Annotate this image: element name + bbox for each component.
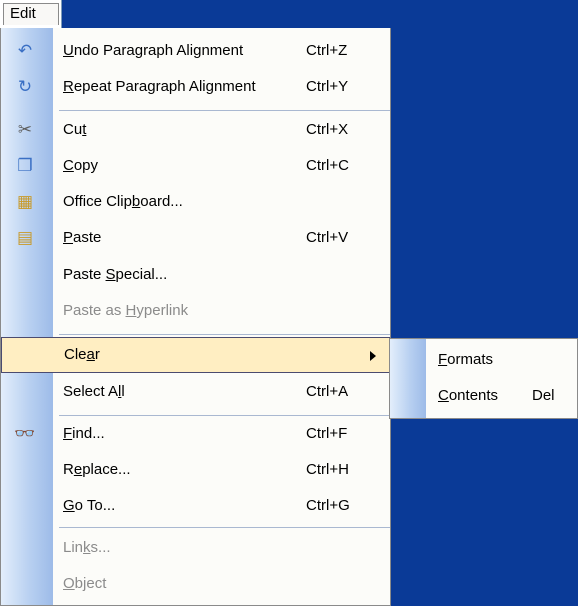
menu-item-object: Object (1, 566, 390, 602)
edit-menu-label: Edit (10, 5, 36, 22)
menu-item-undo-shortcut: Ctrl+Z (306, 42, 348, 59)
redo-icon: ↻ (17, 77, 33, 96)
edit-menu-button[interactable]: Edit (3, 3, 59, 25)
menu-item-repeat[interactable]: ↻ Repeat Paragraph Alignment Ctrl+Y (1, 69, 390, 105)
submenu-item-contents-label: Contents (438, 387, 499, 404)
submenu-arrow-icon (370, 351, 376, 361)
paste-icon: ▤ (16, 228, 34, 247)
menu-separator (59, 334, 390, 335)
menu-item-cut-label: Cut (63, 121, 87, 138)
menu-item-cut[interactable]: ✂ Cut Ctrl+X (1, 112, 390, 148)
menu-item-repeat-label: Repeat Paragraph Alignment (63, 78, 256, 95)
menu-item-paste-special-label: Paste Special... (63, 266, 168, 283)
menu-item-undo[interactable]: ↶ Undo Paragraph Alignment Ctrl+Z (1, 33, 390, 69)
menu-separator (59, 415, 390, 416)
menu-item-select-all-shortcut: Ctrl+A (306, 383, 349, 400)
menu-item-undo-label: Undo Paragraph Alignment (63, 42, 244, 59)
menu-item-select-all-label: Select All (63, 383, 125, 400)
menu-item-office-clipboard[interactable]: ▦ Office Clipboard... (1, 184, 390, 220)
menu-item-paste-as-hyperlink-label: Paste as Hyperlink (63, 302, 189, 319)
menu-item-find-label: Find... (63, 425, 105, 442)
menu-item-object-label: Object (63, 575, 107, 592)
binoculars-icon: 👓 (14, 424, 36, 443)
menu-item-paste-label: Paste (63, 229, 102, 246)
menu-item-copy[interactable]: ❐ Copy Ctrl+C (1, 148, 390, 184)
menu-item-clear-label: Clear (64, 346, 100, 363)
menu-item-copy-label: Copy (63, 157, 99, 174)
menu-item-copy-shortcut: Ctrl+C (306, 157, 349, 174)
menu-item-paste-as-hyperlink: Paste as Hyperlink (1, 293, 390, 329)
menu-bar: Edit (0, 0, 62, 28)
clipboard-icon: ▦ (16, 192, 34, 211)
menu-item-paste-shortcut: Ctrl+V (306, 229, 349, 246)
menu-item-find[interactable]: 👓 Find... Ctrl+F (1, 416, 390, 452)
edit-menu: ↶ Undo Paragraph Alignment Ctrl+Z ↻ Repeat P… (0, 28, 391, 606)
menu-item-go-to-label: Go To... (63, 497, 116, 514)
menu-item-links: Links... (1, 530, 390, 566)
menu-item-clear[interactable]: Clear (1, 337, 390, 373)
menu-item-replace-label: Replace... (63, 461, 131, 478)
menu-item-replace[interactable]: Replace... Ctrl+H (1, 452, 390, 488)
menu-item-select-all[interactable]: Select All Ctrl+A (1, 374, 390, 410)
scissors-icon: ✂ (17, 120, 33, 139)
menu-item-go-to-shortcut: Ctrl+G (306, 497, 350, 514)
submenu-item-contents-shortcut: Del (532, 387, 555, 404)
menu-item-go-to[interactable]: Go To... Ctrl+G (1, 488, 390, 524)
menu-item-cut-shortcut: Ctrl+X (306, 121, 349, 138)
menu-separator (59, 527, 390, 528)
menu-item-links-label: Links... (63, 539, 111, 556)
menu-item-paste[interactable]: ▤ Paste Ctrl+V (1, 220, 390, 256)
undo-icon: ↶ (17, 41, 33, 60)
copy-icon: ❐ (17, 156, 33, 175)
menu-item-paste-special[interactable]: Paste Special... (1, 257, 390, 293)
submenu-item-contents[interactable]: Contents Del (390, 378, 577, 414)
menu-separator (59, 110, 390, 111)
menu-item-find-shortcut: Ctrl+F (306, 425, 348, 442)
submenu-item-formats-label: Formats (438, 351, 494, 368)
submenu-item-formats[interactable]: Formats (390, 342, 577, 378)
clear-submenu: Formats Contents Del (389, 338, 578, 419)
menu-item-replace-shortcut: Ctrl+H (306, 461, 349, 478)
menu-item-office-clipboard-label: Office Clipboard... (63, 193, 183, 210)
menu-item-repeat-shortcut: Ctrl+Y (306, 78, 349, 95)
